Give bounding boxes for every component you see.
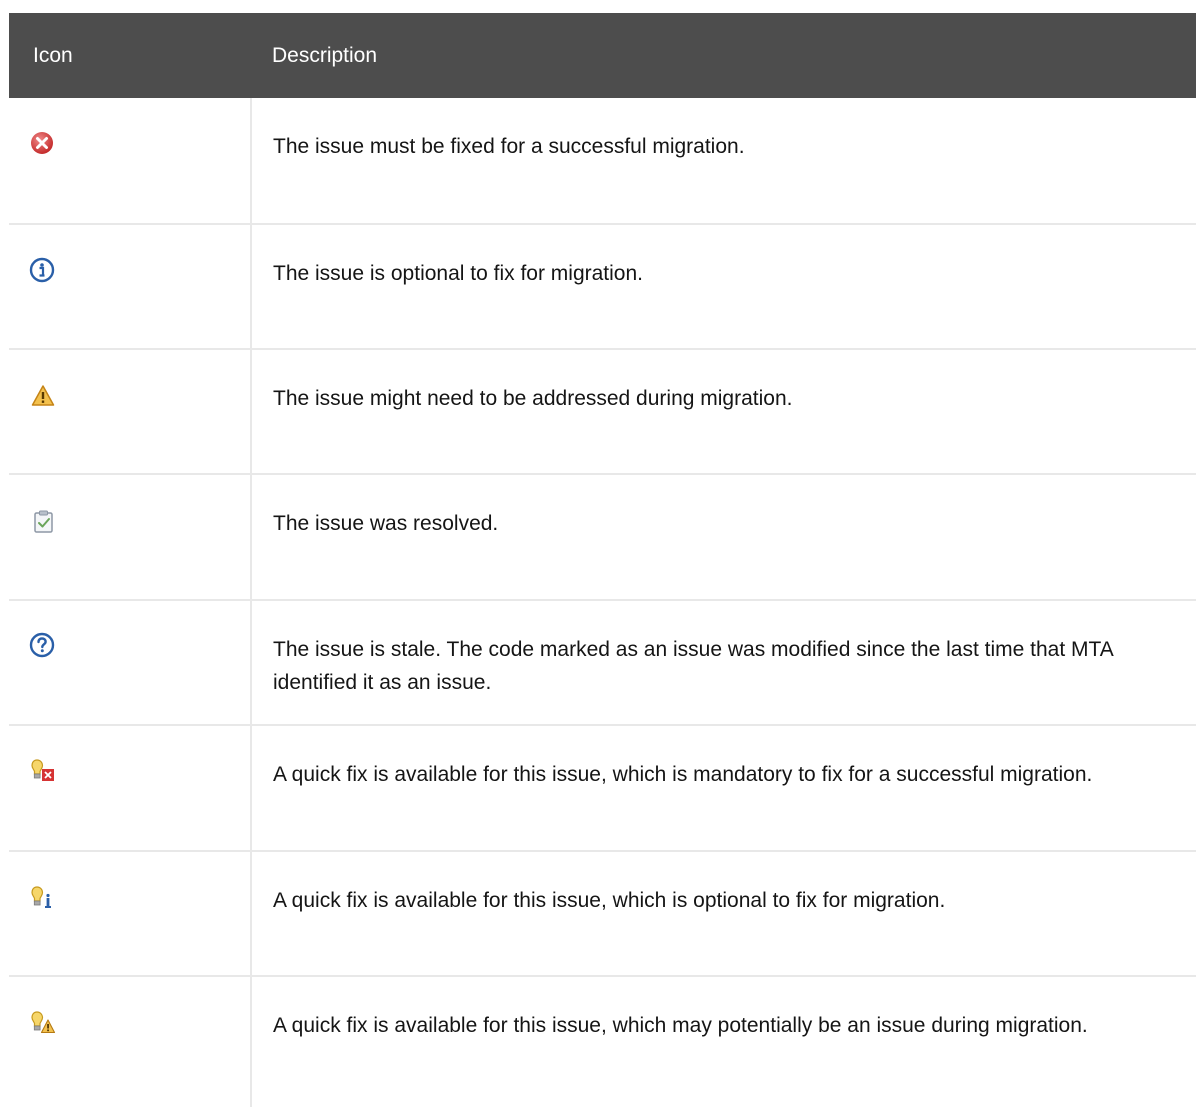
table-row: A quick fix is available for this issue,… <box>9 726 1196 852</box>
resolved-clipboard-check-icon <box>31 509 57 535</box>
icon-cell <box>9 726 252 850</box>
quickfix-bulb-info-icon <box>30 884 56 910</box>
table-row: The issue might need to be addressed dur… <box>9 350 1196 475</box>
table-row: A quick fix is available for this issue,… <box>9 977 1196 1107</box>
icon-cell <box>9 225 252 348</box>
icon-cell <box>9 98 252 223</box>
row-description: The issue is optional to fix for migrati… <box>273 262 644 285</box>
error-circle-icon <box>29 130 55 156</box>
table-row: The issue is stale. The code marked as a… <box>9 601 1196 726</box>
table-row: The issue must be fixed for a successful… <box>9 98 1196 225</box>
icon-cell <box>9 977 252 1107</box>
row-description: A quick fix is available for this issue,… <box>273 763 1093 786</box>
header-icon: Icon <box>33 44 73 67</box>
row-description: A quick fix is available for this issue,… <box>273 889 946 912</box>
quickfix-bulb-warning-icon <box>30 1009 56 1035</box>
warning-triangle-icon <box>30 383 56 409</box>
info-circle-icon <box>29 257 55 283</box>
table-row: The issue is optional to fix for migrati… <box>9 225 1196 350</box>
row-description: The issue must be fixed for a successful… <box>273 135 745 158</box>
row-description: The issue is stale. The code marked as a… <box>273 638 1113 694</box>
row-description: The issue might need to be addressed dur… <box>273 387 793 410</box>
quickfix-bulb-error-icon <box>30 757 56 783</box>
icon-cell <box>9 601 252 724</box>
icon-cell <box>9 475 252 599</box>
table-row: A quick fix is available for this issue,… <box>9 852 1196 977</box>
stale-question-icon <box>29 632 55 658</box>
row-description: A quick fix is available for this issue,… <box>273 1014 1088 1037</box>
row-description: The issue was resolved. <box>273 512 499 535</box>
icon-cell <box>9 350 252 473</box>
table-header: Icon Description <box>9 13 1196 98</box>
icon-cell <box>9 852 252 975</box>
issue-icons-table: Icon Description The issue must be fixed <box>9 13 1196 1107</box>
table-row: The issue was resolved. <box>9 475 1196 601</box>
header-description: Description <box>272 44 378 67</box>
